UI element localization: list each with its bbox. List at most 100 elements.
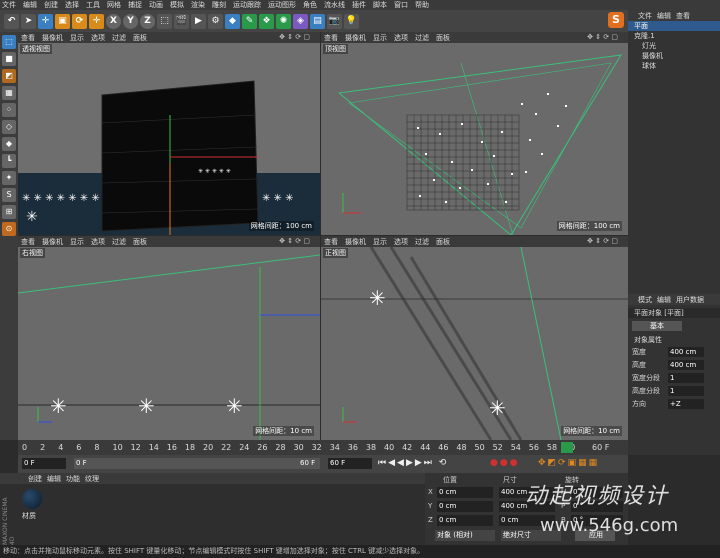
viewport-menu-item[interactable]: 选项 [91,33,105,43]
record-keys-icon[interactable]: ●●● [490,458,520,468]
attribute-value-field[interactable]: 1 [668,372,704,383]
key-filter-icon[interactable]: ✥◩⟳▣▦▦ [538,458,599,468]
viewport-menu-item[interactable]: 选项 [394,237,408,247]
viewport-menu-item[interactable]: 摄像机 [42,33,63,43]
object-menu-item[interactable]: 文件 [638,11,652,21]
menu-item[interactable]: 运动跟踪 [233,0,261,10]
deformer-icon[interactable]: ◈ [293,13,308,29]
menu-item[interactable]: 工具 [86,0,100,10]
viewport-menu-item[interactable]: 过滤 [112,237,126,247]
coord-position-field[interactable]: 0 cm [437,487,493,498]
object-list-item[interactable]: 灯光 [628,41,720,51]
tweak-mode-icon[interactable]: ✦ [2,171,16,185]
axis-z-button[interactable]: Z [140,13,155,29]
object-list-item[interactable]: 球体 [628,61,720,71]
model-mode-icon[interactable]: ■ [2,52,16,66]
tab-basic[interactable]: 基本 [632,321,682,331]
move-tool-icon[interactable]: ✛ [38,13,53,29]
layout-logo-icon[interactable]: S [608,12,624,28]
viewport-nav-controls[interactable]: ✥ ⇕ ⟳ ▢ [279,33,310,41]
snap-icon[interactable]: S [2,188,16,202]
right-viewport[interactable]: 查看 摄像机 显示 选项 过滤 面板 ✥ ⇕ ⟳ ▢ ✳ ✳ ✳ 右视图 网格间距：10 c… [18,236,320,440]
material-menu-item[interactable]: 功能 [66,474,80,484]
subdivision-icon[interactable]: ❖ [259,13,274,29]
menu-item[interactable]: 脚本 [373,0,387,10]
coord-position-field[interactable]: 0 cm [437,515,493,526]
render-view-icon[interactable]: 🎬 [174,13,189,29]
axis-x-button[interactable]: X [106,13,121,29]
menu-item[interactable]: 网格 [107,0,121,10]
menu-item[interactable]: 角色 [303,0,317,10]
viewport-menu-item[interactable]: 查看 [324,33,338,43]
rotate-tool-icon[interactable]: ⟳ [72,13,87,29]
select-arrow-icon[interactable]: ➤ [21,13,36,29]
viewport-menu-item[interactable]: 显示 [373,33,387,43]
viewport-menu-item[interactable]: 面板 [133,33,147,43]
coord-position-field[interactable]: 0 cm [437,501,493,512]
material-menu-item[interactable]: 编辑 [47,474,61,484]
perspective-viewport[interactable]: 查看 摄像机 显示 选项 过滤 面板 ✥ ⇕ ⟳ ▢ ✳ ✳ ✳ ✳ ✳ ✳ ✳ ✳ ✳ ✳… [18,32,320,235]
timeline-ruler[interactable]: 0 2 4 6 8 10 12 14 16 18 20 22 24 26 28 30 32 34 36 38 40 42 4… [18,440,628,455]
material-preview-icon[interactable] [22,489,42,509]
menu-item[interactable]: 动画 [149,0,163,10]
object-menu-item[interactable]: 编辑 [657,11,671,21]
object-list-item[interactable]: 摄像机 [628,51,720,61]
menu-item[interactable]: 渲染 [191,0,205,10]
texture-mode-icon[interactable]: ◩ [2,69,16,83]
workplane-icon[interactable]: ▦ [2,86,16,100]
axis-y-button[interactable]: Y [123,13,138,29]
floor-icon[interactable]: ▤ [310,13,325,29]
scale-tool-icon[interactable]: ▣ [55,13,70,29]
viewport-menu-item[interactable]: 摄像机 [345,33,366,43]
viewport-menu-item[interactable]: 过滤 [415,33,429,43]
viewport-menu-item[interactable]: 查看 [21,33,35,43]
solo-icon[interactable]: ⊙ [2,222,16,236]
menu-item[interactable]: 帮助 [415,0,429,10]
end-frame-field[interactable]: 60 F [328,458,372,469]
attribute-value-field[interactable]: 400 cm [668,346,704,357]
playback-controls-icon[interactable]: ⏮◀◀▶▶⏭ ⟲ [378,458,448,468]
attribute-menu-item[interactable]: 用户数据 [676,295,704,305]
coord-mode-dropdown[interactable]: 对象 (相对) [435,530,495,541]
coordinate-system-icon[interactable]: ⬚ [157,13,172,29]
attribute-value-field[interactable]: +Z [668,398,704,409]
cube-icon[interactable]: ◆ [225,13,240,29]
menu-item[interactable]: 创建 [44,0,58,10]
attribute-value-field[interactable]: 400 cm [668,359,704,370]
front-viewport[interactable]: 查看 摄像机 显示 选项 过滤 面板 ✥ ⇕ ⟳ ▢ ✳ ✳ 正视图 网格间距：10 cm [321,236,628,440]
material-menu-item[interactable]: 纹理 [85,474,99,484]
viewport-menu-item[interactable]: 面板 [436,33,450,43]
viewport-menu-item[interactable]: 过滤 [112,33,126,43]
axis-mode-icon[interactable]: ┗ [2,154,16,168]
points-mode-icon[interactable]: ⁘ [2,103,16,117]
end-frame-a[interactable]: 60 F [298,458,320,469]
object-menu-item[interactable]: 查看 [676,11,690,21]
viewport-menu-item[interactable]: 显示 [70,237,84,247]
edges-mode-icon[interactable]: ◇ [2,120,16,134]
menu-item[interactable]: 运动图形 [268,0,296,10]
array-icon[interactable]: ✺ [276,13,291,29]
undo-icon[interactable]: ↶ [4,13,19,29]
current-frame-slider[interactable]: 0 F [74,458,318,469]
menu-item[interactable]: 选择 [65,0,79,10]
viewport-menu-item[interactable]: 面板 [436,237,450,247]
viewport-nav-controls[interactable]: ✥ ⇕ ⟳ ▢ [279,237,310,245]
make-editable-icon[interactable]: ⬚ [2,35,16,49]
viewport-menu-item[interactable]: 显示 [373,237,387,247]
viewport-menu-item[interactable]: 查看 [21,237,35,247]
viewport-menu-item[interactable]: 查看 [324,237,338,247]
camera-icon[interactable]: 📷 [327,13,342,29]
menu-item[interactable]: 模拟 [170,0,184,10]
viewport-menu-item[interactable]: 过滤 [415,237,429,247]
viewport-menu-item[interactable]: 摄像机 [345,237,366,247]
viewport-nav-controls[interactable]: ✥ ⇕ ⟳ ▢ [587,33,618,41]
viewport-menu-item[interactable]: 选项 [91,237,105,247]
menu-item[interactable]: 流水线 [324,0,345,10]
menu-item[interactable]: 窗口 [394,0,408,10]
object-list-item[interactable]: 平面 [628,21,720,31]
viewport-menu-item[interactable]: 显示 [70,33,84,43]
viewport-nav-controls[interactable]: ✥ ⇕ ⟳ ▢ [587,237,618,245]
pen-icon[interactable]: ✎ [242,13,257,29]
start-frame-field[interactable]: 0 F [22,458,66,469]
render-picture-icon[interactable]: ▶ [191,13,206,29]
